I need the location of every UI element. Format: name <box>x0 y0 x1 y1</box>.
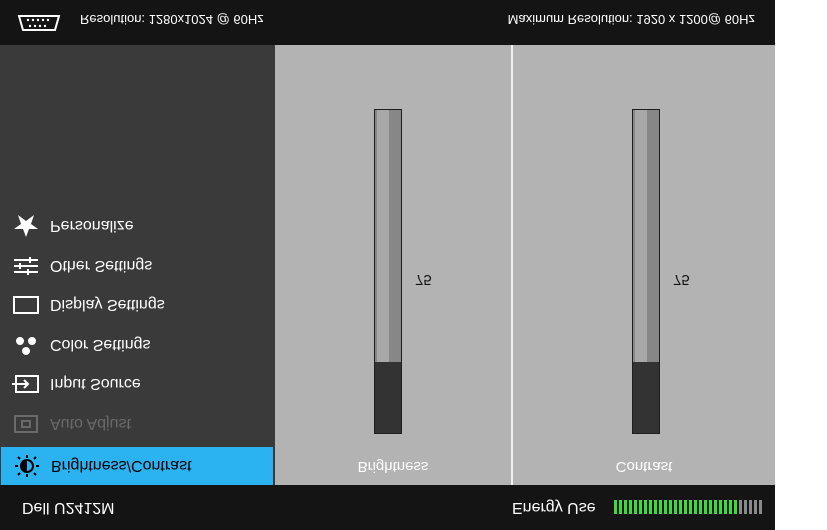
menu-item-color-settings[interactable]: Color Settings <box>0 326 275 364</box>
energy-segment <box>659 500 662 514</box>
osd-main-menu: Personalize Other Settings Display Setti… <box>0 45 275 485</box>
contrast-label: Contrast <box>615 458 673 475</box>
energy-segment <box>619 500 622 514</box>
energy-segment <box>709 500 712 514</box>
input-icon <box>12 372 40 396</box>
energy-segment <box>694 500 697 514</box>
star-icon <box>12 214 40 238</box>
energy-segment <box>724 500 727 514</box>
contrast-panel: 75 Contrast <box>513 45 775 485</box>
contrast-value: 75 <box>673 271 690 288</box>
brightness-label: Brightness <box>357 458 429 475</box>
brightness-slider[interactable] <box>374 109 402 434</box>
menu-item-display-settings[interactable]: Display Settings <box>0 286 275 324</box>
menu-item-brightness-contrast[interactable]: Brightness/Contrast <box>1 447 273 485</box>
energy-segment <box>749 500 752 514</box>
energy-segment <box>649 500 652 514</box>
energy-segment <box>669 500 672 514</box>
energy-segment <box>704 500 707 514</box>
energy-segment <box>614 500 617 514</box>
brightness-panel: 75 Brightness <box>275 45 511 485</box>
vga-connector-icon <box>16 14 62 37</box>
energy-use-meter <box>614 500 762 514</box>
energy-segment <box>679 500 682 514</box>
energy-segment <box>729 500 732 514</box>
energy-segment <box>664 500 667 514</box>
menu-item-input-source[interactable]: Input Source <box>0 365 275 403</box>
brightness-icon <box>13 454 41 478</box>
energy-use-label: Energy Use <box>512 499 596 516</box>
osd-header: Resolution: 1280x1024 @ 60Hz Maximum Res… <box>0 0 775 45</box>
contrast-level-fill <box>633 361 659 433</box>
menu-item-other-settings[interactable]: Other Settings <box>0 247 275 285</box>
energy-segment <box>719 500 722 514</box>
energy-segment <box>739 500 742 514</box>
osd-footer: Dell U2412M Energy Use <box>0 485 775 530</box>
sliders-icon <box>12 254 40 278</box>
energy-segment <box>754 500 757 514</box>
brightness-level-fill <box>375 361 401 433</box>
menu-item-auto-adjust: Auto Adjust <box>0 405 275 443</box>
energy-segment <box>654 500 657 514</box>
energy-segment <box>674 500 677 514</box>
current-resolution: Resolution: 1280x1024 @ 60Hz <box>80 12 264 27</box>
auto-adjust-icon <box>12 412 40 436</box>
max-resolution: Maximum Resolution: 1920 x 1200@ 60Hz <box>507 12 755 27</box>
energy-segment <box>639 500 642 514</box>
energy-segment <box>689 500 692 514</box>
energy-segment <box>714 500 717 514</box>
energy-segment <box>744 500 747 514</box>
energy-segment <box>629 500 632 514</box>
brightness-value: 75 <box>415 271 432 288</box>
monitor-model: Dell U2412M <box>22 499 115 516</box>
energy-segment <box>734 500 737 514</box>
menu-item-personalize[interactable]: Personalize <box>0 207 275 245</box>
monitor-osd: Resolution: 1280x1024 @ 60Hz Maximum Res… <box>0 0 775 530</box>
contrast-slider[interactable] <box>632 109 660 434</box>
display-icon <box>12 293 40 317</box>
energy-segment <box>699 500 702 514</box>
energy-segment <box>624 500 627 514</box>
energy-segment <box>684 500 687 514</box>
energy-segment <box>759 500 762 514</box>
energy-segment <box>644 500 647 514</box>
color-dots-icon <box>12 333 40 357</box>
energy-segment <box>634 500 637 514</box>
